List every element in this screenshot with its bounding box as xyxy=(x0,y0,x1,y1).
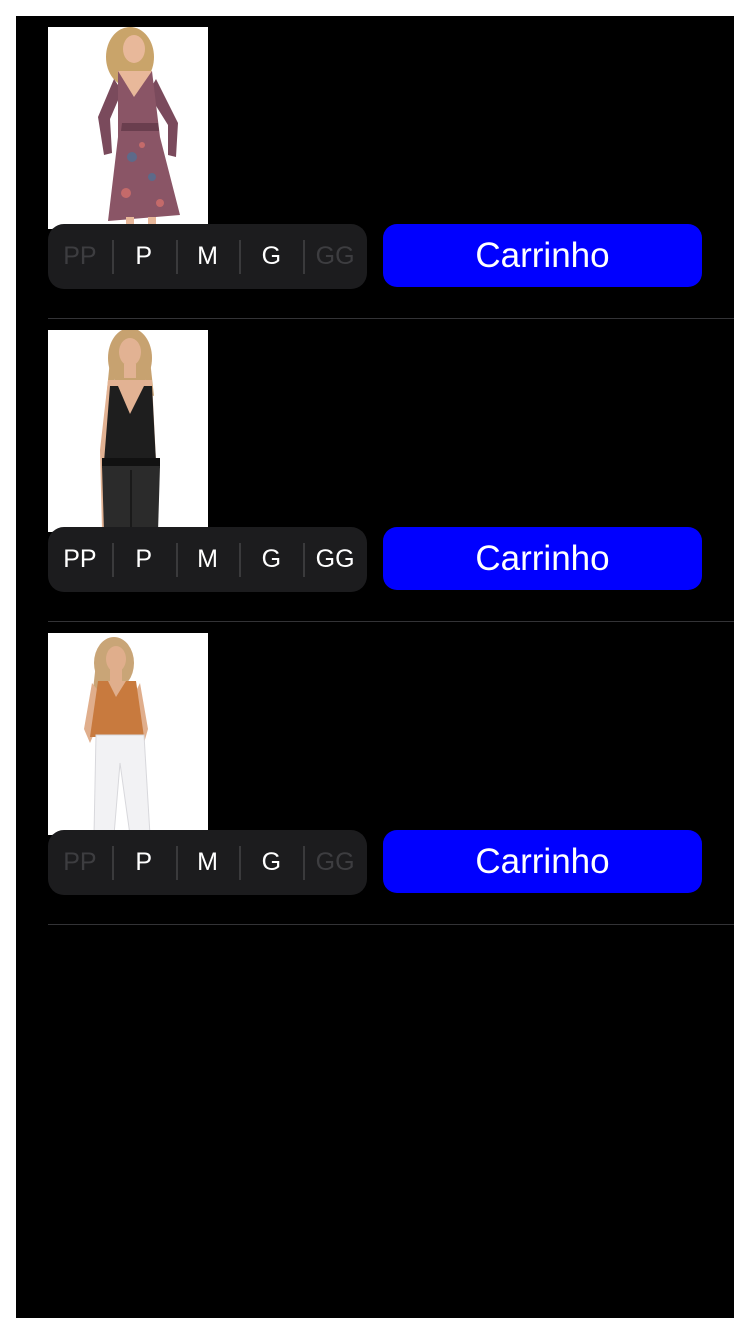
product-row: PP P M G GG Carrinho xyxy=(16,319,734,622)
size-option-g[interactable]: G xyxy=(239,527,303,592)
size-option-gg[interactable]: GG xyxy=(303,527,367,592)
dress-photo xyxy=(48,27,208,229)
orange-top-photo xyxy=(48,633,208,835)
product-row: PP P M G GG Carrinho xyxy=(16,16,734,319)
size-selector[interactable]: PP P M G GG xyxy=(48,224,367,289)
size-selector[interactable]: PP P M G GG xyxy=(48,527,367,592)
size-selector[interactable]: PP P M G GG xyxy=(48,830,367,895)
product-row: PP P M G GG Carrinho xyxy=(16,622,734,925)
size-option-p[interactable]: P xyxy=(111,224,176,289)
add-to-cart-button[interactable]: Carrinho xyxy=(383,224,702,287)
size-option-pp[interactable]: PP xyxy=(48,527,112,592)
black-top-photo xyxy=(48,330,208,532)
size-option-p[interactable]: P xyxy=(111,527,176,592)
size-option-g[interactable]: G xyxy=(239,224,303,289)
size-option-m[interactable]: M xyxy=(175,830,240,895)
product-list[interactable]: PP P M G GG Carrinho PP P M G GG Carrinh… xyxy=(16,16,734,1318)
size-option-pp[interactable]: PP xyxy=(48,830,112,895)
product-image-black-top xyxy=(48,330,208,532)
size-option-m[interactable]: M xyxy=(175,224,240,289)
size-option-p[interactable]: P xyxy=(111,830,176,895)
size-option-m[interactable]: M xyxy=(175,527,240,592)
add-to-cart-button[interactable]: Carrinho xyxy=(383,527,702,590)
size-option-pp[interactable]: PP xyxy=(48,224,112,289)
size-option-gg[interactable]: GG xyxy=(303,224,367,289)
size-option-gg[interactable]: GG xyxy=(303,830,367,895)
product-image-orange-top xyxy=(48,633,208,835)
product-image-dress xyxy=(48,27,208,229)
row-divider xyxy=(48,924,734,925)
size-option-g[interactable]: G xyxy=(239,830,303,895)
add-to-cart-button[interactable]: Carrinho xyxy=(383,830,702,893)
